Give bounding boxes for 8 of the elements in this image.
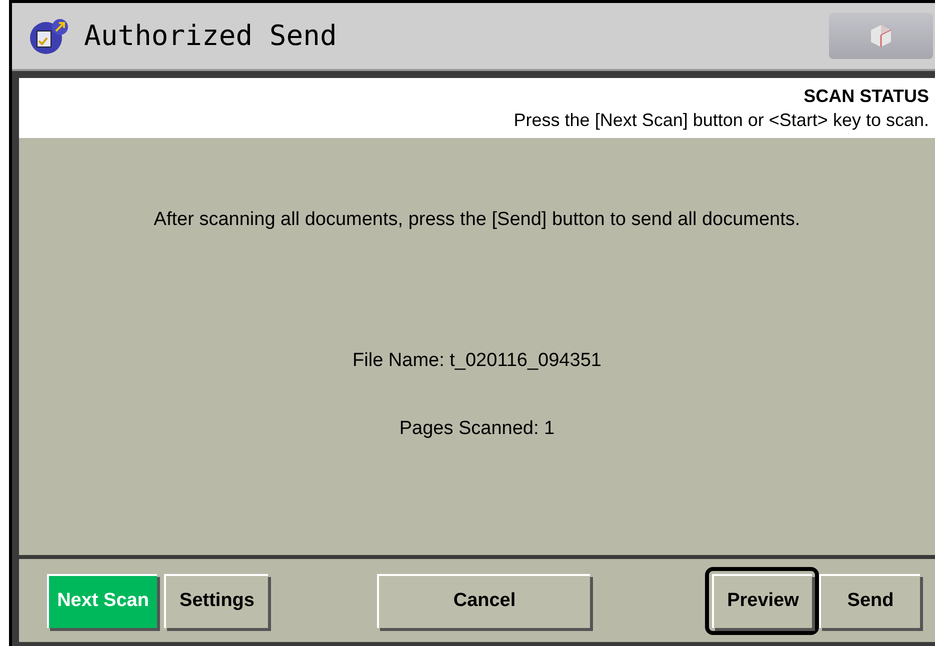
window-title: Authorized Send — [84, 18, 337, 54]
file-name-text: File Name: t_020116_094351 — [352, 348, 602, 372]
instruction-text: Press the [Next Scan] button or <Start> key to scan. — [514, 109, 929, 132]
action-button[interactable]: Preview — [705, 566, 819, 634]
cube-icon — [870, 24, 892, 48]
message-text: After scanning all documents, press the [Send] button to send all documents. — [154, 208, 800, 232]
pages-scanned-text: Pages Scanned: 1 — [399, 417, 555, 441]
section-title: SCAN STATUS — [804, 85, 929, 108]
